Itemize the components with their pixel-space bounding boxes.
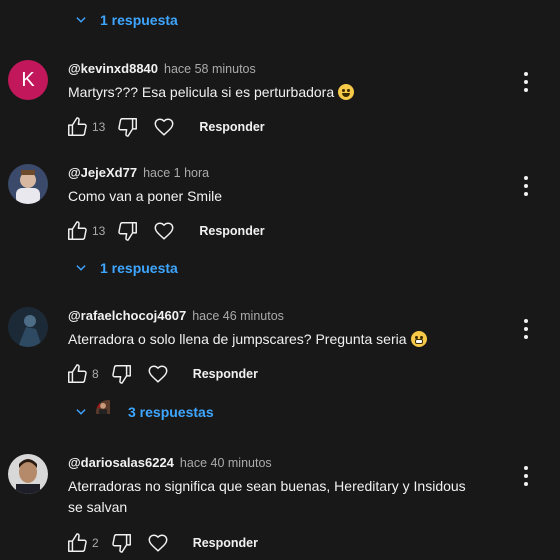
smile-sweat-emoji-icon <box>338 84 355 100</box>
avatar-letter: K <box>21 68 35 91</box>
like-count: 8 <box>92 367 99 381</box>
like-count: 13 <box>92 120 106 134</box>
reply-button[interactable]: Responder <box>193 367 258 381</box>
avatar[interactable]: K <box>8 60 48 100</box>
replies-toggle-top[interactable]: 1 respuesta <box>74 12 178 28</box>
replies-toggle-label: 1 respuesta <box>100 260 178 276</box>
author-name[interactable]: @JejeXd77 <box>68 165 137 180</box>
thumb-down-icon[interactable] <box>117 220 139 242</box>
more-options-icon[interactable] <box>524 466 528 490</box>
comment-header: @kevinxd8840 hace 58 minutos <box>68 60 256 78</box>
avatar[interactable] <box>8 164 48 204</box>
heart-icon[interactable] <box>147 532 169 554</box>
comment-text-line-2: se salvan <box>68 499 128 515</box>
replies-toggle-label: 3 respuestas <box>128 404 214 420</box>
thumb-down-icon[interactable] <box>111 363 133 385</box>
comment-text: Martyrs??? Esa pelicula si es perturbado… <box>68 82 355 103</box>
timestamp[interactable]: hace 1 hora <box>143 166 209 180</box>
replier-avatar <box>96 400 120 424</box>
reply-button[interactable]: Responder <box>199 224 264 238</box>
like-count: 2 <box>92 536 99 550</box>
comment-text-content: Martyrs??? Esa pelicula si es perturbado… <box>68 84 335 100</box>
heart-icon[interactable] <box>147 363 169 385</box>
comment-text-content: Aterradora o solo llena de jumpscares? P… <box>68 331 407 347</box>
thumb-down-icon[interactable] <box>117 116 139 138</box>
comment-header: @dariosalas6224 hace 40 minutos <box>68 454 272 472</box>
avatar[interactable] <box>8 454 48 494</box>
heart-icon[interactable] <box>153 116 175 138</box>
comment-actions: 2 Responder <box>66 531 258 555</box>
more-options-icon[interactable] <box>524 319 528 343</box>
chevron-down-icon <box>74 261 88 275</box>
avatar[interactable] <box>8 307 48 347</box>
thumb-up-icon[interactable] <box>66 116 88 138</box>
reply-button[interactable]: Responder <box>199 120 264 134</box>
more-options-icon[interactable] <box>524 72 528 96</box>
thumb-up-icon[interactable] <box>66 532 88 554</box>
grimace-emoji-icon <box>410 331 427 347</box>
comment-actions: 8 Responder <box>66 362 258 386</box>
more-options-icon[interactable] <box>524 176 528 200</box>
replies-toggle[interactable]: 1 respuesta <box>74 260 178 276</box>
author-name[interactable]: @rafaelchocoj4607 <box>68 308 186 323</box>
comment-header: @rafaelchocoj4607 hace 46 minutos <box>68 307 284 325</box>
comment-actions: 13 Responder <box>66 115 265 139</box>
timestamp[interactable]: hace 40 minutos <box>180 456 272 470</box>
comment-text: Como van a poner Smile <box>68 188 223 204</box>
reply-button[interactable]: Responder <box>193 536 258 550</box>
author-name[interactable]: @kevinxd8840 <box>68 61 158 76</box>
comment-text: Aterradora o solo llena de jumpscares? P… <box>68 329 427 350</box>
comment-actions: 13 Responder <box>66 219 265 243</box>
thumb-up-icon[interactable] <box>66 363 88 385</box>
timestamp[interactable]: hace 46 minutos <box>192 309 284 323</box>
heart-icon[interactable] <box>153 220 175 242</box>
comment-text-line-1: Aterradoras no significa que sean buenas… <box>68 478 466 494</box>
timestamp[interactable]: hace 58 minutos <box>164 62 256 76</box>
like-count: 13 <box>92 224 106 238</box>
replies-toggle-label: 1 respuesta <box>100 12 178 28</box>
thumb-up-icon[interactable] <box>66 220 88 242</box>
thumb-down-icon[interactable] <box>111 532 133 554</box>
author-name[interactable]: @dariosalas6224 <box>68 455 174 470</box>
chevron-down-icon <box>74 13 88 27</box>
comment-header: @JejeXd77 hace 1 hora <box>68 164 209 182</box>
replies-toggle[interactable]: 3 respuestas <box>74 400 214 424</box>
chevron-down-icon <box>74 405 88 419</box>
